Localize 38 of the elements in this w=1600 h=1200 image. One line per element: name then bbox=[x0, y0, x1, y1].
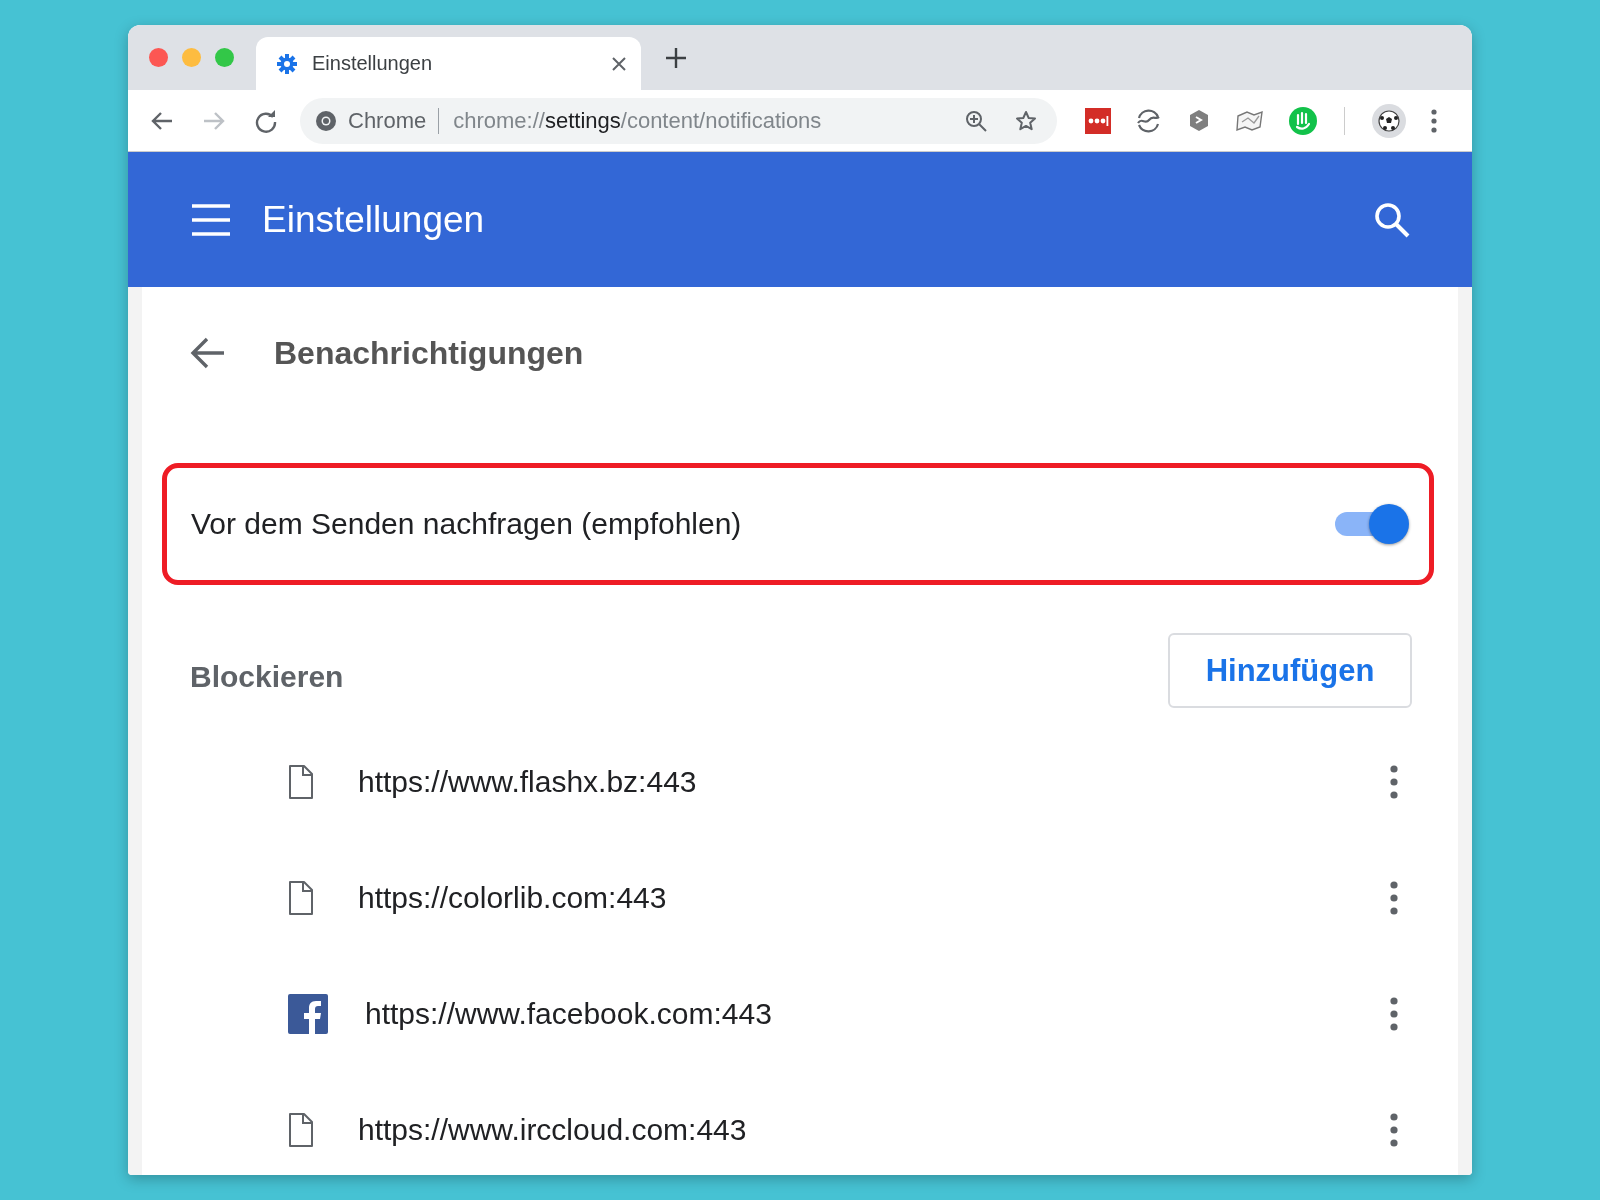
site-url: https://colorlib.com:443 bbox=[358, 881, 668, 915]
subpage-title: Benachrichtigungen bbox=[274, 334, 584, 372]
close-icon[interactable] bbox=[611, 55, 627, 72]
section-title: Blockieren bbox=[190, 658, 344, 694]
back-arrow-icon[interactable] bbox=[190, 336, 226, 370]
more-menu-icon[interactable] bbox=[1431, 108, 1437, 133]
hexagon-icon[interactable] bbox=[1187, 107, 1211, 134]
file-icon bbox=[288, 764, 314, 800]
search-icon[interactable] bbox=[1374, 201, 1410, 238]
new-tab-icon[interactable] bbox=[665, 46, 687, 69]
browser-tab[interactable]: Einstellungen bbox=[256, 37, 641, 90]
profile-avatar-icon[interactable] bbox=[1372, 103, 1406, 138]
file-icon bbox=[288, 880, 314, 916]
page-title: Einstellungen bbox=[262, 198, 486, 241]
more-actions-icon[interactable] bbox=[1390, 1113, 1398, 1147]
file-icon bbox=[288, 1112, 314, 1148]
toggle-switch[interactable] bbox=[1333, 504, 1409, 544]
reload-icon[interactable] bbox=[254, 108, 278, 133]
add-button[interactable]: Hinzufügen bbox=[1168, 633, 1412, 708]
more-actions-icon[interactable] bbox=[1390, 765, 1398, 799]
tab-title: Einstellungen bbox=[312, 52, 434, 75]
more-actions-icon[interactable] bbox=[1390, 881, 1398, 915]
site-url: https://www.facebook.com:443 bbox=[365, 997, 773, 1031]
site-url: https://www.irccloud.com:443 bbox=[358, 1113, 748, 1147]
url-text: chrome://settings/content/notifications bbox=[453, 107, 823, 134]
password-manager-icon[interactable] bbox=[1085, 107, 1111, 134]
facebook-logo-icon bbox=[288, 994, 328, 1034]
zoom-in-icon[interactable] bbox=[965, 109, 987, 132]
star-icon[interactable] bbox=[1015, 109, 1037, 132]
setting-label: Vor dem Senden nachfragen (empfohlen) bbox=[191, 507, 743, 541]
address-bar[interactable]: Chrome chrome://settings/content/notifications bbox=[300, 97, 1057, 144]
gear-icon bbox=[276, 52, 298, 75]
site-url: https://www.flashx.bz:443 bbox=[358, 765, 698, 799]
menu-icon[interactable] bbox=[192, 202, 230, 237]
chrome-logo-icon bbox=[316, 110, 336, 131]
site-label: Chrome bbox=[348, 107, 427, 134]
wave-circle-icon[interactable] bbox=[1136, 107, 1162, 134]
more-actions-icon[interactable] bbox=[1390, 997, 1398, 1031]
